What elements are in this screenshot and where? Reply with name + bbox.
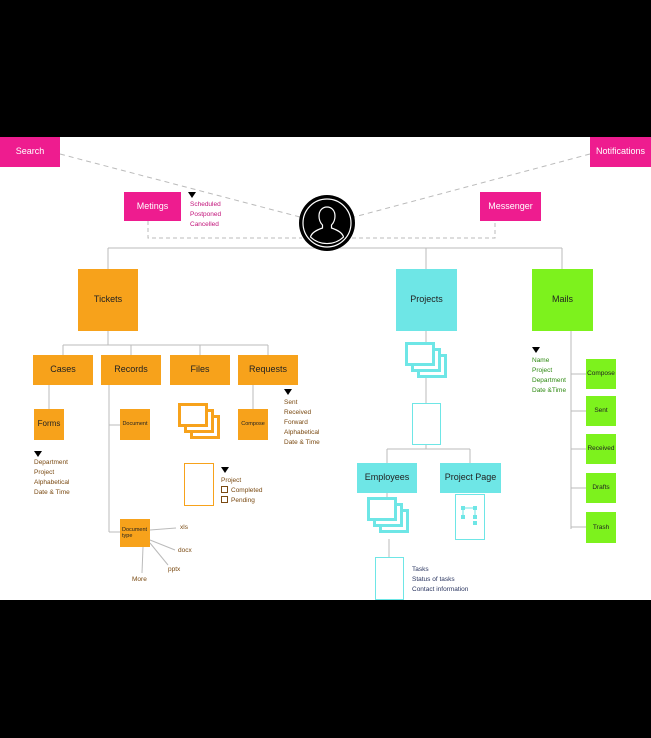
forms-filter-item[interactable]: Date & Time: [34, 488, 70, 498]
notifications-button[interactable]: Notifications: [590, 137, 651, 167]
forms-filter-item[interactable]: Department: [34, 458, 70, 468]
document-type-node[interactable]: Document type: [120, 519, 150, 547]
mail-folder-received[interactable]: Received: [586, 434, 616, 464]
filter-icon: [34, 451, 42, 457]
employee-detail-item[interactable]: Tasks: [412, 565, 468, 575]
document-node[interactable]: Document: [120, 409, 150, 440]
forms-filter-list: Department Project Alphabetical Date & T…: [34, 458, 70, 498]
employee-page-placeholder: [375, 557, 404, 600]
meetings-filter-item[interactable]: Cancelled: [190, 220, 221, 230]
employees-node[interactable]: Employees: [357, 463, 417, 493]
mail-folder-drafts[interactable]: Drafts: [586, 473, 616, 503]
meetings-filter-item[interactable]: Postponed: [190, 210, 221, 220]
file-page-placeholder: [184, 463, 214, 506]
sitemap-diagram: Search Notifications Metings Scheduled P…: [0, 137, 651, 600]
files-filter-list: Project Completed Pending: [221, 476, 262, 506]
filter-icon: [221, 467, 229, 473]
mails-filter-item[interactable]: Date &Time: [532, 386, 566, 396]
cases-node[interactable]: Cases: [33, 355, 93, 385]
requests-filter-item[interactable]: Sent: [284, 398, 320, 408]
mail-folder-sent[interactable]: Sent: [586, 396, 616, 426]
search-button[interactable]: Search: [0, 137, 60, 167]
requests-filter-item[interactable]: Forward: [284, 418, 320, 428]
user-silhouette-icon: [302, 198, 352, 248]
mails-filter-list: Name Project Department Date &Time: [532, 356, 566, 396]
filter-icon: [284, 389, 292, 395]
mail-folder-trash[interactable]: Trash: [586, 512, 616, 543]
forms-filter-item[interactable]: Project: [34, 468, 70, 478]
files-stack-icon: [178, 403, 222, 447]
filter-icon: [188, 192, 196, 198]
meetings-filter-item[interactable]: Scheduled: [190, 200, 221, 210]
mails-filter-item[interactable]: Project: [532, 366, 566, 376]
projects-stack-icon: [405, 342, 449, 382]
requests-filter-list: Sent Received Forward Alphabetical Date …: [284, 398, 320, 448]
messenger-button[interactable]: Messenger: [480, 192, 541, 221]
requests-filter-item[interactable]: Date & Time: [284, 438, 320, 448]
project-page-placeholder: [412, 403, 441, 445]
mail-folder-compose[interactable]: Compose: [586, 359, 616, 389]
checkbox-icon[interactable]: [221, 486, 228, 493]
meetings-filter-list: Scheduled Postponed Cancelled: [190, 200, 221, 230]
user-avatar[interactable]: [299, 195, 355, 251]
records-node[interactable]: Records: [101, 355, 161, 385]
employee-details-list: Tasks Status of tasks Contact informatio…: [412, 565, 468, 595]
forms-node[interactable]: Forms: [34, 409, 64, 440]
employee-detail-item[interactable]: Status of tasks: [412, 575, 468, 585]
checkbox-icon[interactable]: [221, 496, 228, 503]
files-filter-item[interactable]: Completed: [221, 486, 262, 496]
files-filter-label: Completed: [231, 487, 263, 494]
project-page-wireframe-icon: [455, 494, 485, 540]
filter-icon: [532, 347, 540, 353]
project-page-node[interactable]: Project Page: [440, 463, 501, 493]
doc-type-label[interactable]: xls: [180, 524, 188, 531]
employees-stack-icon: [367, 497, 411, 539]
doc-type-label[interactable]: pptx: [168, 566, 180, 573]
files-filter-item[interactable]: Pending: [221, 496, 262, 506]
forms-filter-item[interactable]: Alphabetical: [34, 478, 70, 488]
compose-node[interactable]: Compose: [238, 409, 268, 440]
employee-detail-item[interactable]: Contact information: [412, 585, 468, 595]
requests-filter-item[interactable]: Received: [284, 408, 320, 418]
tickets-node[interactable]: Tickets: [78, 269, 138, 331]
mails-node[interactable]: Mails: [532, 269, 593, 331]
meetings-button[interactable]: Metings: [124, 192, 181, 221]
doc-type-label[interactable]: docx: [178, 547, 192, 554]
files-filter-label: Pending: [231, 497, 255, 504]
requests-node[interactable]: Requests: [238, 355, 298, 385]
mails-filter-item[interactable]: Name: [532, 356, 566, 366]
doc-type-label[interactable]: More: [132, 576, 147, 583]
files-filter-item[interactable]: Project: [221, 476, 262, 486]
requests-filter-item[interactable]: Alphabetical: [284, 428, 320, 438]
files-node[interactable]: Files: [170, 355, 230, 385]
projects-node[interactable]: Projects: [396, 269, 457, 331]
mails-filter-item[interactable]: Department: [532, 376, 566, 386]
